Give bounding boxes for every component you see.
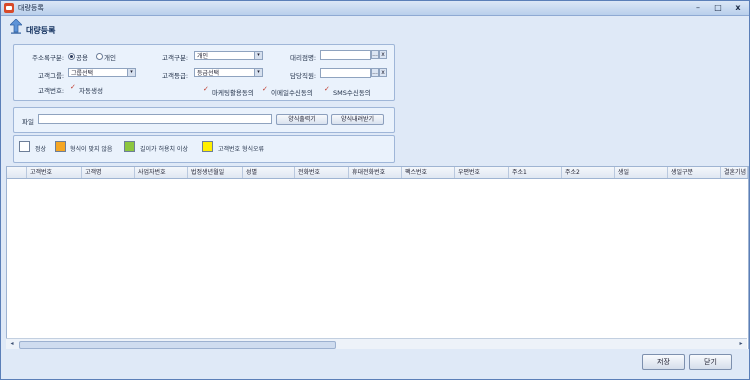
- manager-label: 담당직원:: [290, 72, 317, 80]
- chevron-down-icon: ▾: [254, 52, 262, 59]
- legend-swatch-length-error: [124, 141, 135, 152]
- grid-column-header[interactable]: 생일구분: [668, 167, 721, 178]
- bulk-register-window: 대량등록 – □ x 대량등록 주소록구분: 공용 개인 고객구분: 개인 ▾ …: [0, 0, 750, 380]
- grid-corner-cell: [7, 167, 27, 178]
- minimize-button[interactable]: –: [689, 2, 707, 13]
- legend-label-length-error: 길이가 허용치 이상: [140, 146, 188, 153]
- maximize-button[interactable]: □: [709, 2, 727, 13]
- page-title: 대량등록: [26, 26, 56, 35]
- legend-swatch-normal: [19, 141, 30, 152]
- customer-type-value: 개인: [197, 53, 209, 60]
- customer-grid[interactable]: 고객번호 고객명 사업자번호 법정생년월일 성별 전화번호 휴대전화번호 팩스번…: [6, 166, 749, 350]
- radio-common[interactable]: [68, 53, 75, 60]
- manager-field[interactable]: [320, 68, 371, 78]
- titlebar: 대량등록 – □ x: [1, 1, 749, 16]
- horizontal-scrollbar[interactable]: ◂ ▸: [6, 338, 747, 349]
- customer-grade-select[interactable]: 등급선택 ▾: [194, 68, 263, 77]
- grid-column-header[interactable]: 주소1: [509, 167, 562, 178]
- scroll-left-icon[interactable]: ◂: [8, 340, 16, 348]
- grid-column-header[interactable]: 고객명: [82, 167, 135, 178]
- customer-type-select[interactable]: 개인 ▾: [194, 51, 263, 60]
- customer-grade-label: 고객등급:: [162, 72, 189, 80]
- scrollbar-thumb[interactable]: [19, 341, 336, 349]
- export-template-button[interactable]: 양식출력기: [276, 114, 328, 125]
- import-template-button[interactable]: 양식내려받기: [331, 114, 384, 125]
- file-label: 파일: [22, 118, 34, 126]
- customer-group-value: 그룹선택: [71, 70, 94, 77]
- file-path-field[interactable]: [38, 114, 272, 124]
- agent-lookup-button[interactable]: ...: [371, 50, 379, 59]
- radio-personal-label: 개인: [104, 54, 116, 62]
- customer-group-select[interactable]: 그룹선택 ▾: [68, 68, 136, 77]
- grid-column-header[interactable]: 결혼기념: [721, 167, 748, 178]
- scroll-right-icon[interactable]: ▸: [737, 340, 745, 348]
- manager-lookup-button[interactable]: ...: [371, 68, 379, 77]
- customer-number-label: 고객번호:: [38, 87, 65, 95]
- marketing-consent-checkbox[interactable]: ✓: [203, 85, 209, 93]
- auto-generate-checkbox[interactable]: ✓: [70, 83, 76, 91]
- registration-options-panel: 주소록구분: 공용 개인 고객구분: 개인 ▾ 대리점명: ... x 고객그룹…: [13, 44, 395, 101]
- sms-consent-checkbox[interactable]: ✓: [324, 85, 330, 93]
- legend-swatch-format-error: [55, 141, 66, 152]
- grid-column-header[interactable]: 주소2: [562, 167, 615, 178]
- grid-column-header[interactable]: 법정생년월일: [188, 167, 243, 178]
- legend-label-format-error: 형식이 맞지 않음: [70, 146, 113, 153]
- grid-column-header[interactable]: 전화번호: [295, 167, 349, 178]
- legend-label-number-error: 고객번호 형식오류: [218, 146, 265, 153]
- email-consent-label: 이메일수신동의: [271, 89, 313, 97]
- grid-column-header[interactable]: 휴대전화번호: [349, 167, 402, 178]
- marketing-consent-label: 마케팅활용동의: [212, 89, 254, 97]
- close-window-button[interactable]: x: [729, 2, 747, 13]
- agent-name-label: 대리점명:: [290, 54, 317, 62]
- grid-column-header[interactable]: 우편번호: [455, 167, 509, 178]
- app-icon: [4, 3, 14, 13]
- agent-name-field[interactable]: [320, 50, 371, 60]
- email-consent-checkbox[interactable]: ✓: [262, 85, 268, 93]
- footer: [1, 349, 749, 379]
- grid-column-header[interactable]: 고객번호: [27, 167, 82, 178]
- sms-consent-label: SMS수신동의: [333, 89, 371, 97]
- grid-column-header[interactable]: 사업자번호: [135, 167, 188, 178]
- manager-clear-button[interactable]: x: [379, 68, 387, 77]
- save-button[interactable]: 저장: [642, 354, 685, 370]
- window-title: 대량등록: [18, 4, 44, 12]
- radio-personal[interactable]: [96, 53, 103, 60]
- chevron-down-icon: ▾: [254, 69, 262, 76]
- legend-label-normal: 정상: [35, 146, 47, 153]
- file-panel: 파일 양식출력기 양식내려받기: [13, 107, 395, 133]
- customer-group-label: 고객그룹:: [38, 72, 65, 80]
- chevron-down-icon: ▾: [127, 69, 135, 76]
- grid-column-header[interactable]: 성별: [243, 167, 295, 178]
- grid-header: 고객번호 고객명 사업자번호 법정생년월일 성별 전화번호 휴대전화번호 팩스번…: [7, 167, 748, 179]
- agent-clear-button[interactable]: x: [379, 50, 387, 59]
- grid-column-header[interactable]: 팩스번호: [402, 167, 455, 178]
- radio-common-label: 공용: [76, 54, 88, 62]
- legend-swatch-number-error: [202, 141, 213, 152]
- address-type-label: 주소록구분:: [32, 54, 65, 62]
- auto-generate-label: 자동생성: [79, 87, 103, 95]
- customer-grade-value: 등급선택: [197, 70, 220, 77]
- grid-column-header[interactable]: 생일: [615, 167, 668, 178]
- close-button[interactable]: 닫기: [689, 354, 732, 370]
- customer-type-label: 고객구분:: [162, 54, 189, 62]
- upload-icon: [10, 19, 22, 34]
